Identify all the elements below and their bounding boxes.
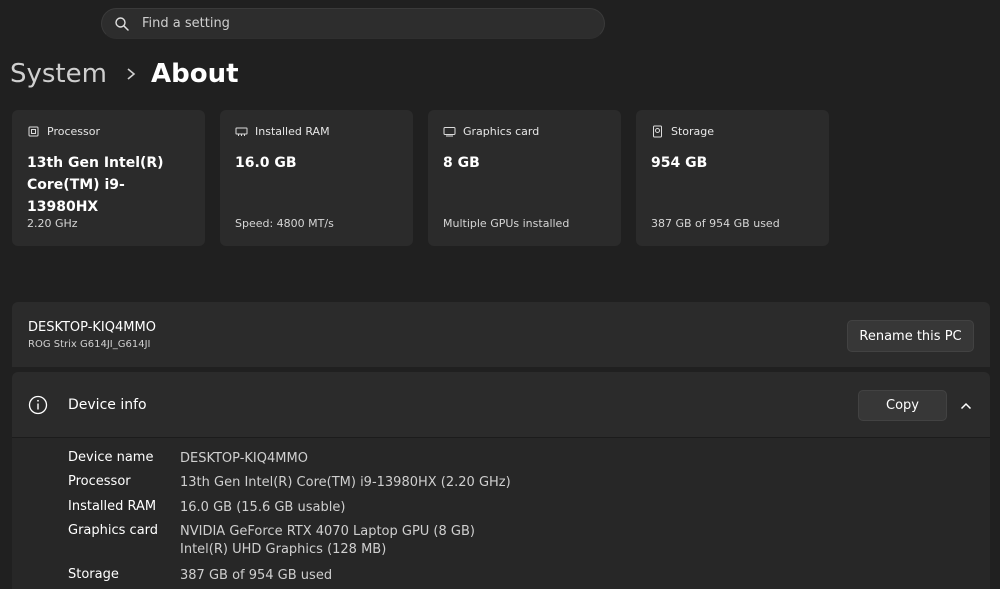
detail-label: Storage bbox=[68, 567, 119, 582]
graphics-card-tile: Graphics card 8 GB Multiple GPUs install… bbox=[428, 110, 621, 246]
page-title: About bbox=[150, 59, 239, 89]
copy-button[interactable]: Copy bbox=[858, 390, 947, 421]
detail-value-line-2: Intel(R) UHD Graphics (128 MB) bbox=[180, 542, 387, 557]
tile-subtext: 387 GB of 954 GB used bbox=[651, 217, 780, 230]
search-input[interactable] bbox=[140, 15, 604, 32]
storage-tile: Storage 954 GB 387 GB of 954 GB used bbox=[636, 110, 829, 246]
tile-value: 954 GB bbox=[651, 155, 708, 171]
chevron-right-icon bbox=[127, 68, 136, 80]
collapse-button[interactable] bbox=[956, 396, 976, 416]
pc-model: ROG Strix G614JI_G614JI bbox=[28, 339, 151, 350]
breadcrumb: System About bbox=[10, 54, 239, 94]
detail-value: NVIDIA GeForce RTX 4070 Laptop GPU (8 GB… bbox=[180, 523, 475, 559]
tile-header: Storage bbox=[671, 124, 715, 138]
device-info-header[interactable]: Device info Copy bbox=[12, 372, 990, 438]
graphics-card-icon bbox=[443, 126, 456, 136]
device-info-title: Device info bbox=[68, 397, 147, 413]
storage-icon bbox=[653, 125, 662, 137]
info-icon bbox=[28, 395, 48, 415]
detail-label: Processor bbox=[68, 474, 131, 489]
detail-value-line-1: NVIDIA GeForce RTX 4070 Laptop GPU (8 GB… bbox=[180, 524, 475, 539]
detail-value: 16.0 GB (15.6 GB usable) bbox=[180, 500, 346, 515]
tile-header: Processor bbox=[47, 124, 100, 138]
rename-pc-button[interactable]: Rename this PC bbox=[847, 320, 974, 352]
detail-label: Installed RAM bbox=[68, 499, 157, 514]
tile-subtext: 2.20 GHz bbox=[27, 217, 78, 230]
tile-value: 16.0 GB bbox=[235, 155, 297, 171]
detail-label: Graphics card bbox=[68, 523, 159, 538]
detail-value: 387 GB of 954 GB used bbox=[180, 568, 333, 583]
processor-icon bbox=[28, 126, 39, 136]
device-info-details: Device name DESKTOP-KIQ4MMO Processor 13… bbox=[12, 438, 990, 589]
tile-value: 13th Gen Intel(R) Core(TM) i9-13980HX bbox=[27, 155, 164, 215]
search-icon bbox=[115, 16, 129, 31]
processor-tile: Processor 13th Gen Intel(R) Core(TM) i9-… bbox=[12, 110, 205, 246]
detail-value: 13th Gen Intel(R) Core(TM) i9-13980HX (2… bbox=[180, 475, 511, 490]
breadcrumb-system[interactable]: System bbox=[10, 59, 107, 89]
pc-name-card: DESKTOP-KIQ4MMO ROG Strix G614JI_G614JI … bbox=[12, 302, 990, 367]
tile-subtext: Speed: 4800 MT/s bbox=[235, 217, 334, 230]
ram-icon bbox=[235, 127, 248, 136]
ram-tile: Installed RAM 16.0 GB Speed: 4800 MT/s bbox=[220, 110, 413, 246]
search-box[interactable] bbox=[101, 8, 605, 39]
chevron-up-icon bbox=[960, 402, 972, 410]
tile-header: Graphics card bbox=[463, 124, 540, 138]
tile-header: Installed RAM bbox=[255, 124, 330, 138]
detail-label: Device name bbox=[68, 450, 154, 465]
tile-subtext: Multiple GPUs installed bbox=[443, 217, 570, 230]
pc-name: DESKTOP-KIQ4MMO bbox=[28, 320, 156, 335]
detail-value: DESKTOP-KIQ4MMO bbox=[180, 451, 308, 466]
tile-value: 8 GB bbox=[443, 155, 480, 171]
